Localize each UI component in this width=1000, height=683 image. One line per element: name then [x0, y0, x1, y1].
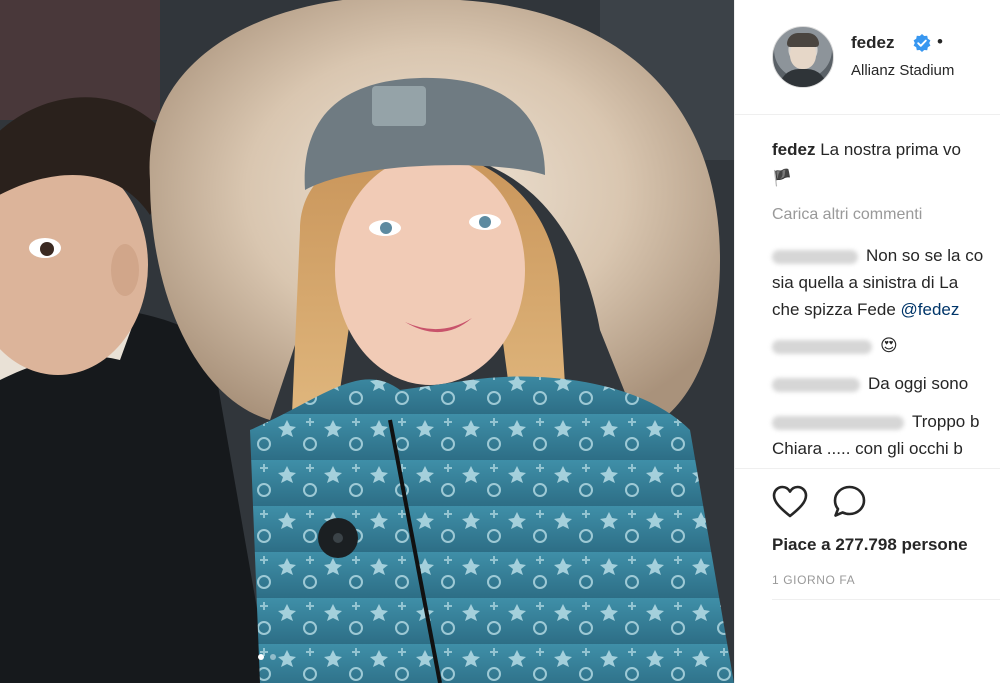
mention-link[interactable]: @fedez: [901, 300, 960, 319]
post-header: fedez • Allianz Stadium: [735, 0, 1000, 115]
comment-text: che spizza Fede @fedez: [772, 300, 960, 319]
comment-author-blurred[interactable]: [772, 249, 858, 264]
caption-emoji: 🏴: [772, 170, 792, 187]
comment-item: Non so se la co: [772, 246, 983, 266]
comment-item: 😍: [772, 336, 898, 356]
comment-item: Troppo b: [772, 412, 979, 432]
photo-illustration: [0, 0, 734, 683]
comment-icon[interactable]: [832, 484, 867, 519]
post-actions: Piace a 277.798 persone 1 GIORNO FA: [735, 468, 1000, 601]
avatar[interactable]: [772, 26, 834, 88]
carousel-dot[interactable]: [270, 654, 276, 660]
caption-author[interactable]: fedez: [772, 140, 815, 159]
divider: [772, 599, 1000, 600]
header-separator: •: [937, 32, 943, 51]
caption: fedez La nostra prima vo: [772, 140, 961, 160]
carousel-dot-active[interactable]: [258, 654, 264, 660]
likes-count[interactable]: Piace a 277.798 persone: [772, 535, 968, 555]
post-photo[interactable]: [0, 0, 734, 683]
comment-item: Da oggi sono: [772, 374, 968, 394]
load-more-comments-link[interactable]: Carica altri commenti: [772, 206, 922, 224]
verified-badge-icon: [913, 34, 931, 52]
comment-author-blurred[interactable]: [772, 339, 872, 354]
comment-author-blurred[interactable]: [772, 415, 904, 430]
comment-text: sia quella a sinistra di La: [772, 273, 959, 292]
post-timestamp[interactable]: 1 GIORNO FA: [772, 573, 855, 587]
username-link[interactable]: fedez: [851, 33, 894, 53]
comment-text: Chiara ..... con gli occhi b: [772, 439, 963, 458]
caption-text: La nostra prima vo: [820, 140, 961, 159]
comment-author-blurred[interactable]: [772, 377, 860, 392]
heart-icon[interactable]: [772, 485, 808, 519]
location-link[interactable]: Allianz Stadium: [851, 62, 954, 79]
post-side-panel: fedez • Allianz Stadium fedez La nostra …: [734, 0, 1000, 683]
